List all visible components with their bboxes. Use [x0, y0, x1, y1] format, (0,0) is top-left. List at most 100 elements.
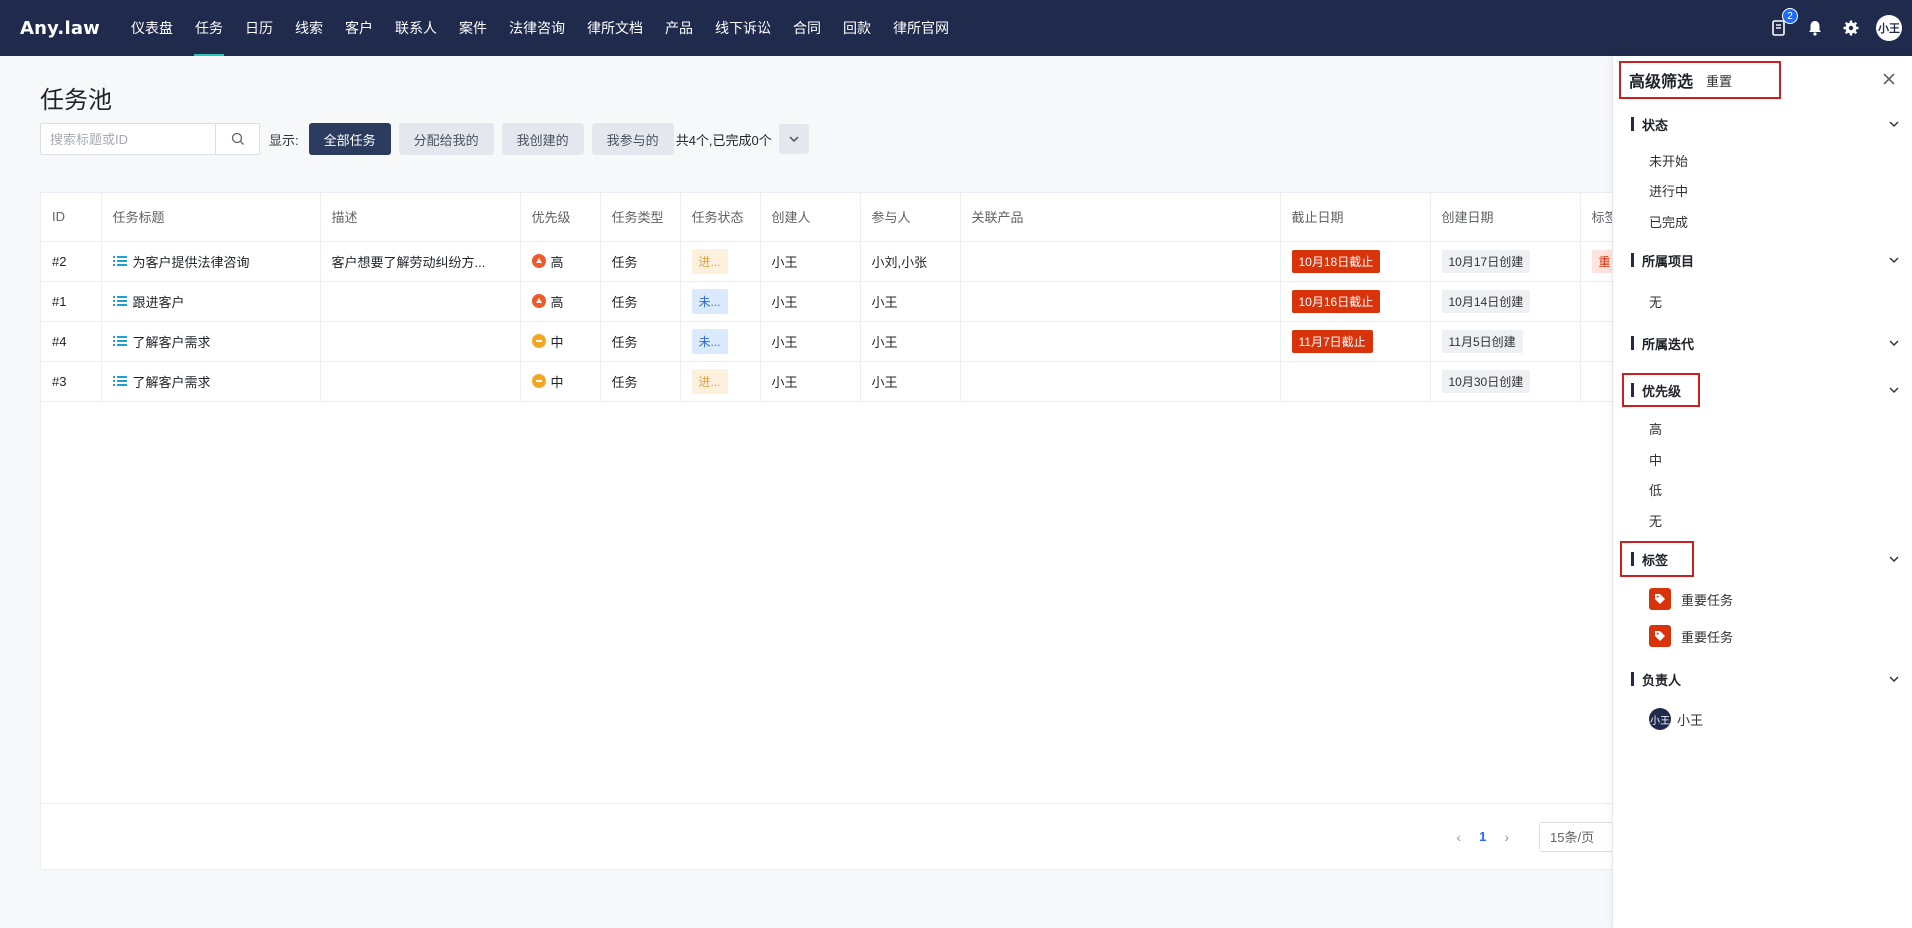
toolbar: 显示: 全部任务 分配给我的 我创建的 我参与的 共4个,已完成0个 — [40, 123, 809, 155]
col-status[interactable]: 任务状态 — [680, 193, 761, 242]
section-header-status[interactable]: 状态 — [1613, 112, 1912, 136]
nav-item-contacts[interactable]: 联系人 — [384, 0, 448, 56]
cell-description: 客户想要了解劳动纠纷方... — [320, 241, 521, 282]
task-list-icon — [112, 296, 127, 306]
user-avatar[interactable]: 小王 — [1876, 15, 1902, 41]
table-row[interactable]: #4 了解客户需求 中 任务 未... 小王 小王 11月7日截止 11月5日创… — [41, 321, 1679, 362]
filter-option-assignee[interactable]: 小王 小王 — [1649, 708, 1703, 730]
search-button[interactable] — [215, 124, 259, 154]
col-creator[interactable]: 创建人 — [760, 193, 861, 242]
filter-option-priority-high[interactable]: 高 — [1649, 419, 1662, 438]
tag-label: 重要任务 — [1681, 629, 1734, 645]
section-label: 所属迭代 — [1642, 336, 1695, 352]
section-header-assignee[interactable]: 负责人 — [1613, 667, 1912, 691]
section-header-project[interactable]: 所属项目 — [1613, 248, 1912, 272]
filter-option-priority-none[interactable]: 无 — [1649, 511, 1662, 530]
deadline-badge: 11月7日截止 — [1291, 329, 1373, 353]
filter-option-completed[interactable]: 已完成 — [1649, 212, 1688, 231]
nav-item-calendar[interactable]: 日历 — [234, 0, 284, 56]
nav-right-actions: 2 小王 — [1768, 0, 1902, 56]
task-title: 了解客户需求 — [132, 374, 211, 390]
section-marker — [1631, 552, 1634, 566]
section-header-tags[interactable]: 标签 — [1613, 547, 1912, 571]
nav-item-clients[interactable]: 客户 — [334, 0, 384, 56]
table-row[interactable]: #3 了解客户需求 中 任务 进... 小王 小王 10月30日创建 — [41, 361, 1679, 402]
filter-option-priority-medium[interactable]: 中 — [1649, 450, 1662, 469]
table-row[interactable]: #2 为客户提供法律咨询 客户想要了解劳动纠纷方... 高 任务 进... 小王… — [41, 241, 1679, 282]
nav-item-leads[interactable]: 线索 — [284, 0, 334, 56]
nav-item-dashboard[interactable]: 仪表盘 — [120, 0, 184, 56]
chevron-down-icon — [1889, 676, 1899, 682]
cell-id: #4 — [41, 321, 102, 362]
filter-option-priority-low[interactable]: 低 — [1649, 480, 1662, 499]
cell-status[interactable]: 未... — [680, 281, 761, 322]
filter-created-by-me[interactable]: 我创建的 — [501, 123, 584, 155]
col-deadline[interactable]: 截止日期 — [1280, 193, 1431, 242]
col-id[interactable]: ID — [41, 193, 102, 242]
priority-medium-icon — [531, 374, 546, 388]
prev-page-button[interactable]: ‹ — [1456, 829, 1461, 845]
section-header-priority[interactable]: 优先级 — [1613, 378, 1912, 402]
nav-item-tasks[interactable]: 任务 — [184, 0, 234, 56]
cell-title[interactable]: 了解客户需求 — [101, 321, 321, 362]
cell-status[interactable]: 未... — [680, 321, 761, 362]
cell-title[interactable]: 了解客户需求 — [101, 361, 321, 402]
reset-button[interactable]: 重置 — [1706, 71, 1732, 90]
cell-priority: 高 — [520, 281, 601, 322]
filter-participating[interactable]: 我参与的 — [591, 123, 674, 155]
cell-title[interactable]: 跟进客户 — [101, 281, 321, 322]
col-description[interactable]: 描述 — [320, 193, 521, 242]
nav-item-products[interactable]: 产品 — [654, 0, 704, 56]
priority-text: 中 — [550, 374, 564, 390]
task-list-icon — [112, 376, 127, 386]
app-logo[interactable]: Any.law — [20, 18, 100, 39]
nav-item-legal-consult[interactable]: 法律咨询 — [498, 0, 576, 56]
status-badge: 进... — [691, 248, 728, 274]
cell-id: #3 — [41, 361, 102, 402]
more-filters-button[interactable] — [778, 124, 809, 154]
page-size-select[interactable]: 15条/页 — [1539, 821, 1619, 852]
col-product[interactable]: 关联产品 — [960, 193, 1281, 242]
nav-item-payments[interactable]: 回款 — [832, 0, 882, 56]
col-priority[interactable]: 优先级 — [520, 193, 601, 242]
col-type[interactable]: 任务类型 — [600, 193, 681, 242]
nav-item-firm-docs[interactable]: 律所文档 — [576, 0, 654, 56]
created-badge: 10月14日创建 — [1441, 289, 1531, 313]
cell-creator: 小王 — [760, 281, 861, 322]
priority-text: 高 — [550, 294, 564, 310]
filter-option-in-progress[interactable]: 进行中 — [1649, 181, 1688, 200]
filter-all-tasks[interactable]: 全部任务 — [308, 123, 391, 155]
gear-icon[interactable] — [1840, 17, 1862, 39]
filter-option-not-started[interactable]: 未开始 — [1649, 151, 1688, 170]
filter-option-tag[interactable]: 重要任务 — [1649, 588, 1733, 610]
cell-status[interactable]: 进... — [680, 361, 761, 402]
status-badge: 未... — [691, 328, 728, 354]
priority-text: 高 — [550, 254, 564, 270]
filter-option-tag[interactable]: 重要任务 — [1649, 625, 1733, 647]
filter-assigned-to-me[interactable]: 分配给我的 — [398, 123, 494, 155]
section-header-iteration[interactable]: 所属迭代 — [1613, 331, 1912, 355]
cell-created: 10月14日创建 — [1430, 281, 1581, 322]
search-icon — [231, 132, 244, 145]
page-number-current[interactable]: 1 — [1479, 829, 1486, 844]
task-list-icon[interactable]: 2 — [1768, 8, 1798, 39]
col-participants[interactable]: 参与人 — [860, 193, 961, 242]
search-input[interactable] — [41, 124, 215, 154]
col-created[interactable]: 创建日期 — [1430, 193, 1581, 242]
cell-status[interactable]: 进... — [680, 241, 761, 282]
filter-option-project-none[interactable]: 无 — [1649, 292, 1662, 311]
nav-item-cases[interactable]: 案件 — [448, 0, 498, 56]
col-title[interactable]: 任务标题 — [101, 193, 321, 242]
bell-icon[interactable] — [1804, 17, 1826, 39]
next-page-button[interactable]: › — [1504, 829, 1509, 845]
close-icon[interactable] — [1880, 70, 1898, 88]
nav-item-firm-website[interactable]: 律所官网 — [882, 0, 960, 56]
cell-title[interactable]: 为客户提供法律咨询 — [101, 241, 321, 282]
top-navigation: Any.law 仪表盘 任务 日历 线索 客户 联系人 案件 法律咨询 律所文档… — [0, 0, 1912, 56]
assignee-name: 小王 — [1677, 712, 1704, 728]
cell-created: 10月30日创建 — [1430, 361, 1581, 402]
nav-item-contracts[interactable]: 合同 — [782, 0, 832, 56]
nav-item-offline-litigation[interactable]: 线下诉讼 — [704, 0, 782, 56]
task-summary: 共4个,已完成0个 — [675, 132, 772, 148]
table-row[interactable]: #1 跟进客户 高 任务 未... 小王 小王 10月16日截止 10月14日创… — [41, 281, 1679, 322]
